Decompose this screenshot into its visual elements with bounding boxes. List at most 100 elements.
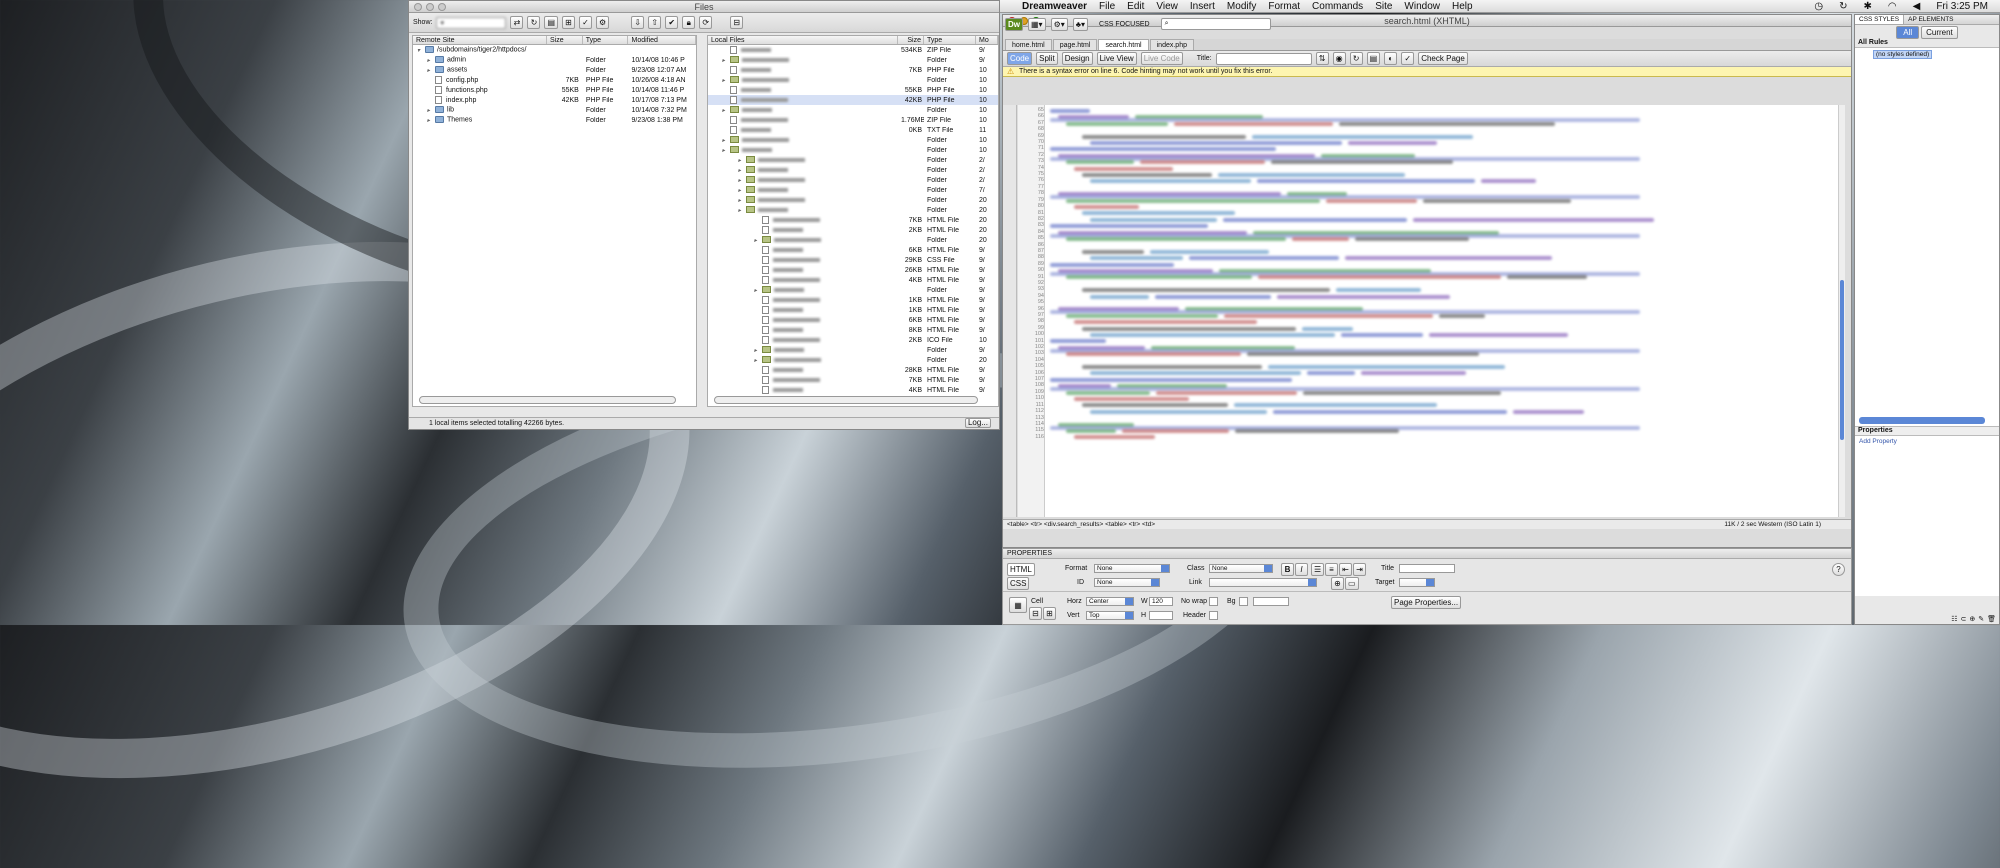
dw-logo-icon[interactable]: Dw — [1005, 17, 1023, 31]
view-options-icon[interactable]: ▤ — [1366, 52, 1381, 65]
browser-preview-icon[interactable]: ◉ — [1332, 52, 1346, 65]
tab-home-html[interactable]: home.html — [1005, 39, 1052, 50]
local-file-row[interactable]: ▸ Folder 20 — [708, 195, 998, 205]
local-file-row[interactable]: ▸ Folder 9/ — [708, 285, 998, 295]
cell-icon[interactable]: ▦ — [1009, 597, 1027, 613]
split-cell-icon[interactable]: ⊞ — [1043, 607, 1056, 620]
bg-color-swatch[interactable] — [1239, 597, 1248, 606]
bluetooth-icon[interactable]: ✱ — [1857, 1, 1877, 12]
site-icon[interactable]: ⚙ — [596, 16, 610, 29]
dw-search-input[interactable]: ⌕ — [1160, 18, 1271, 30]
local-file-row[interactable]: ▸ Folder 2/ — [708, 155, 998, 165]
local-file-row[interactable]: ▸ Folder 9/ — [708, 345, 998, 355]
css-mode-button[interactable]: CSS — [1007, 577, 1030, 590]
local-hscrollbar[interactable] — [714, 396, 978, 404]
site-manage-icon[interactable]: ♣▾ — [1072, 17, 1089, 31]
nowrap-checkbox[interactable] — [1209, 597, 1218, 606]
connect-icon[interactable]: ⇄ — [510, 16, 524, 29]
local-file-row[interactable]: ▸ Folder 9/ — [708, 55, 998, 65]
vert-select[interactable]: Top — [1086, 611, 1134, 620]
live-code-button[interactable]: Live Code — [1140, 52, 1183, 65]
refresh-design-icon[interactable]: ↻ — [1349, 52, 1363, 65]
target-select[interactable] — [1399, 578, 1435, 587]
menu-edit[interactable]: Edit — [1121, 1, 1150, 12]
bg-color-input[interactable] — [1253, 597, 1289, 606]
local-file-row[interactable]: 4KB HTML File 9/ — [708, 275, 998, 285]
width-input[interactable]: 120 — [1149, 597, 1173, 606]
code-view-button[interactable]: Code — [1007, 52, 1033, 65]
local-file-row[interactable]: 534KB ZIP File 9/ — [708, 45, 998, 55]
expand-icon[interactable]: ⊞ — [562, 16, 576, 29]
sync-icon[interactable]: ↻ — [1833, 1, 1853, 12]
remote-file-row[interactable]: index.php 42KB PHP File 10/17/08 7:13 PM — [413, 95, 696, 105]
menu-help[interactable]: Help — [1446, 1, 1479, 12]
col-local-modified[interactable]: Mo — [976, 36, 998, 44]
file-management-icon[interactable]: ⇅ — [1315, 52, 1329, 65]
local-file-row[interactable]: ▸ Folder 2/ — [708, 175, 998, 185]
col-size[interactable]: Size — [547, 36, 583, 44]
local-file-row[interactable]: 0KB TXT File 11 — [708, 125, 998, 135]
bold-button[interactable]: B — [1281, 563, 1294, 576]
local-file-row[interactable]: ▸ Folder 2/ — [708, 165, 998, 175]
link-input[interactable] — [1209, 578, 1317, 587]
minimize-button[interactable] — [426, 3, 434, 11]
edit-rule-icon[interactable]: ✎ — [1978, 615, 1984, 623]
collapse-icon[interactable]: ⊟ — [730, 16, 744, 29]
visual-aids-icon[interactable]: ◐ — [1384, 52, 1398, 65]
local-file-row[interactable]: 28KB HTML File 9/ — [708, 365, 998, 375]
new-rule-icon[interactable]: ⊕ — [1969, 615, 1975, 623]
log-button[interactable]: Log... — [964, 418, 991, 428]
split-view-button[interactable]: Split — [1036, 52, 1058, 65]
remote-hscrollbar[interactable] — [419, 396, 676, 404]
close-button[interactable] — [414, 3, 422, 11]
no-styles-item[interactable]: (no styles defined) — [1873, 50, 1933, 59]
validate-icon[interactable]: ✓ — [579, 16, 593, 29]
local-file-row[interactable]: ▸ Folder 10 — [708, 105, 998, 115]
unordered-list-icon[interactable]: ☰ — [1311, 563, 1325, 576]
remote-file-row[interactable]: ▸ Themes Folder 9/23/08 1:38 PM — [413, 115, 696, 125]
format-select[interactable]: None — [1094, 564, 1170, 573]
tab-css-styles[interactable]: CSS STYLES — [1855, 15, 1905, 24]
local-file-row[interactable]: 7KB PHP File 10 — [708, 65, 998, 75]
help-icon[interactable]: ? — [1832, 563, 1845, 576]
css-hscrollbar[interactable] — [1859, 417, 1985, 424]
remote-file-row[interactable]: ▸ lib Folder 10/14/08 7:32 PM — [413, 105, 696, 115]
menu-view[interactable]: View — [1150, 1, 1184, 12]
remote-file-row[interactable]: config.php 7KB PHP File 10/26/08 4:18 AN — [413, 75, 696, 85]
add-property-link[interactable]: Add Property — [1859, 438, 1897, 445]
local-file-row[interactable]: 7KB HTML File 9/ — [708, 375, 998, 385]
browse-folder-icon[interactable]: ▭ — [1345, 577, 1359, 590]
local-file-row[interactable]: ▸ Folder 10 — [708, 145, 998, 155]
menu-site[interactable]: Site — [1369, 1, 1398, 12]
header-checkbox[interactable] — [1209, 611, 1218, 620]
workspace-switcher[interactable]: CSS FOCUSED — [1099, 21, 1150, 28]
title-input[interactable] — [1399, 564, 1455, 573]
id-select[interactable]: None — [1094, 578, 1160, 587]
show-category-icon[interactable]: ☷ — [1951, 615, 1957, 623]
local-file-row[interactable]: ▸ Folder 10 — [708, 75, 998, 85]
code-editor[interactable]: 65 66 67 68 69 70 71 72 73 74 75 76 77 78 79 80 81 82 83 84… — [1018, 105, 1845, 517]
wifi-icon[interactable]: ◠ — [1882, 1, 1903, 12]
tab-page-html[interactable]: page.html — [1052, 39, 1098, 50]
col-local-files[interactable]: Local Files — [708, 36, 898, 44]
checkout-icon[interactable]: ✔ — [665, 16, 679, 29]
menu-commands[interactable]: Commands — [1306, 1, 1369, 12]
tag-path[interactable]: <table> <tr> <div.search_results> <table… — [1007, 521, 1155, 528]
local-file-row[interactable]: ▸ Folder 20 — [708, 235, 998, 245]
outdent-icon[interactable]: ⇤ — [1339, 563, 1352, 576]
col-modified[interactable]: Modified — [628, 36, 696, 44]
local-file-row[interactable]: 6KB HTML File 9/ — [708, 245, 998, 255]
col-type[interactable]: Type — [583, 36, 629, 44]
local-file-row[interactable]: 1.76MB ZIP File 10 — [708, 115, 998, 125]
design-view-button[interactable]: Design — [1061, 52, 1093, 65]
get-icon[interactable]: ⇩ — [631, 16, 645, 29]
col-remote-site[interactable]: Remote Site — [413, 36, 548, 44]
html-mode-button[interactable]: HTML — [1007, 563, 1035, 576]
attach-stylesheet-icon[interactable]: ⊂ — [1960, 615, 1966, 623]
code-scroll-thumb[interactable] — [1840, 280, 1844, 440]
local-file-row[interactable]: 2KB HTML File 20 — [708, 225, 998, 235]
menu-format[interactable]: Format — [1262, 1, 1306, 12]
local-file-row[interactable]: 29KB CSS File 9/ — [708, 255, 998, 265]
local-file-row[interactable]: ▸ Folder 10 — [708, 135, 998, 145]
remote-file-row[interactable]: ▸ admin Folder 10/14/08 10:46 P — [413, 55, 696, 65]
